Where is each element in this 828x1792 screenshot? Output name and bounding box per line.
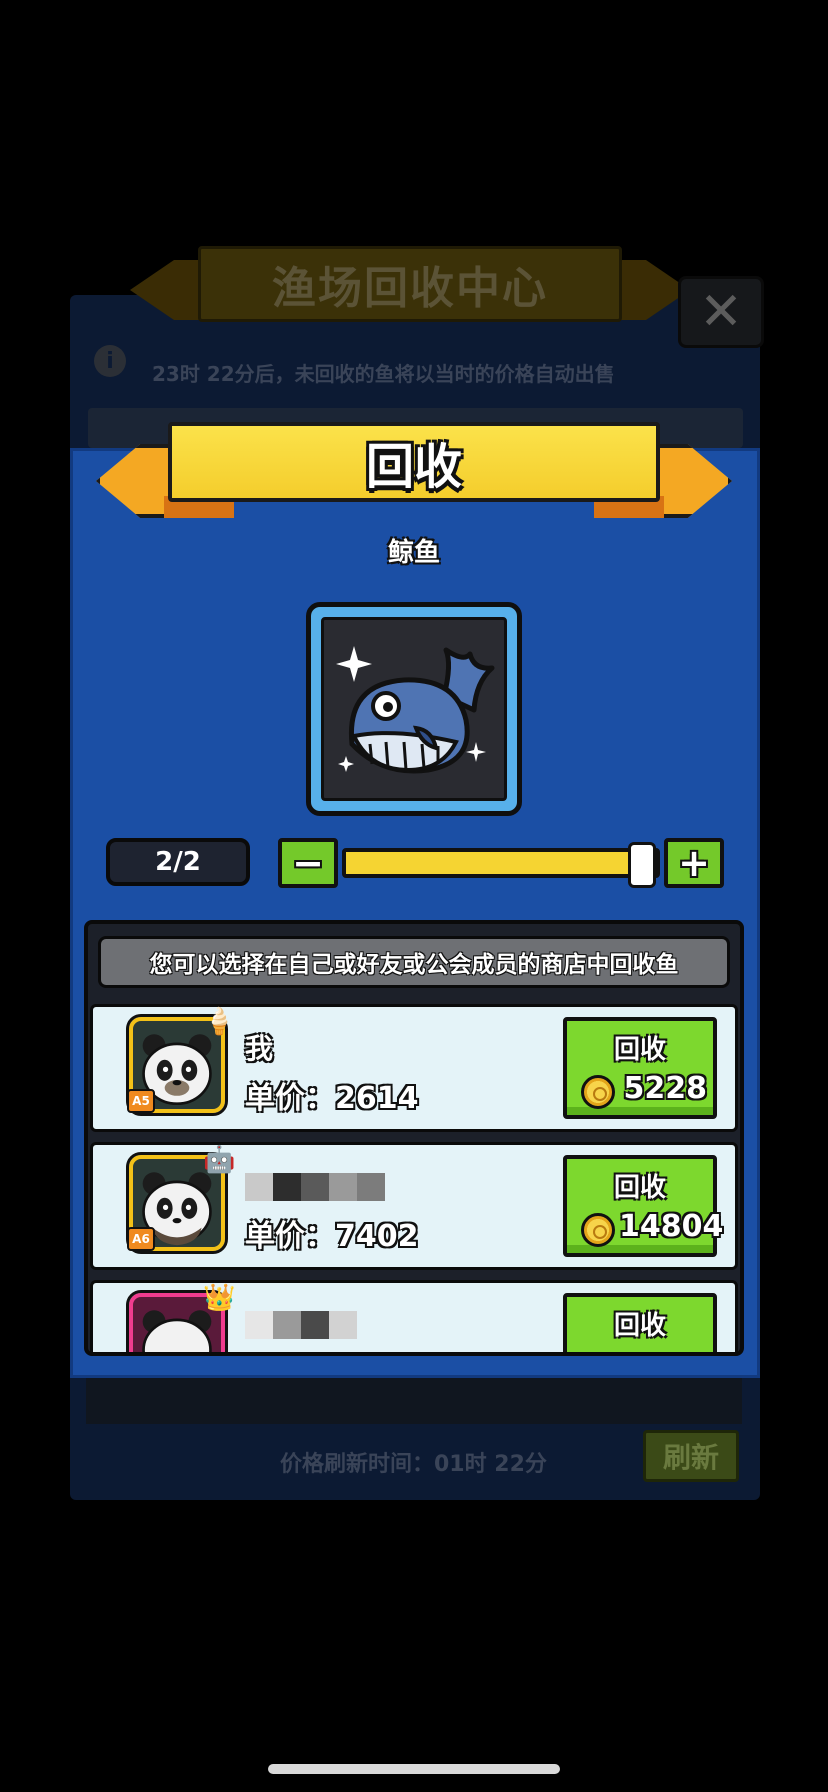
recycle-button[interactable]: 回收 [563,1293,717,1352]
close-icon[interactable]: ✕ [678,276,764,348]
background-bottom-bar [86,1378,742,1424]
plus-button[interactable]: + [664,838,724,888]
recycle-total: 5228 [623,1071,708,1106]
minus-button[interactable]: − [278,838,338,888]
recycle-button-label: 回收 [613,1035,666,1065]
rank-badge: A6 [127,1227,155,1251]
slider-handle[interactable] [628,842,656,888]
recycle-button-label: 回收 [613,1173,666,1203]
shop-row-self: A5 🍦 我 单价：2614 回收 5228 [90,1004,738,1132]
quantity-slider[interactable] [342,842,660,888]
shop-row-guild: 👑 回收 [90,1280,738,1352]
robot-badge-icon: 🤖 [203,1145,236,1175]
dialog-title: 回收 [365,439,462,495]
shop-row-friend: A6 🤖 单价：7402 回收 14804 [90,1142,738,1270]
shop-list-hint: 您可以选择在自己或好友或公会成员的商店中回收鱼 [98,936,730,988]
background-banner: 渔场回收中心 [130,240,690,340]
fish-frame [306,602,522,816]
price-refresh-time: 价格刷新时间：01时 22分 [280,1452,547,1477]
recycle-total: 14804 [619,1209,724,1244]
quantity-display: 2/2 [106,838,250,886]
recycle-button[interactable]: 回收 14804 [563,1155,724,1257]
whale-icon [336,646,495,774]
background-title: 渔场回收中心 [272,263,548,314]
dialog-banner: 回收 [96,420,732,520]
coin-icon [581,1075,615,1109]
home-indicator[interactable] [268,1764,560,1774]
recycle-button-label: 回收 [613,1311,666,1341]
ice-cream-badge-icon: 🍦 [203,1007,236,1037]
blurred-name [245,1311,357,1339]
unit-price: 单价：7402 [245,1219,419,1254]
rank-badge: A5 [127,1089,155,1113]
refresh-button[interactable]: 刷新 [643,1430,739,1482]
blurred-name [245,1173,385,1201]
shop-list: 您可以选择在自己或好友或公会成员的商店中回收鱼 A5 🍦 我 单价：2614 回… [84,920,744,1356]
auto-sell-notice: 23时 22分后，未回收的鱼将以当时的价格自动出售 [152,362,615,386]
crown-badge-icon: 👑 [203,1283,236,1313]
coin-icon [581,1213,615,1247]
info-icon[interactable]: i [94,345,126,377]
fish-name: 鲸鱼 [387,538,440,568]
shop-owner-name: 我 [245,1032,274,1065]
recycle-button[interactable]: 回收 5228 [563,1017,717,1119]
unit-price: 单价：2614 [245,1081,419,1116]
